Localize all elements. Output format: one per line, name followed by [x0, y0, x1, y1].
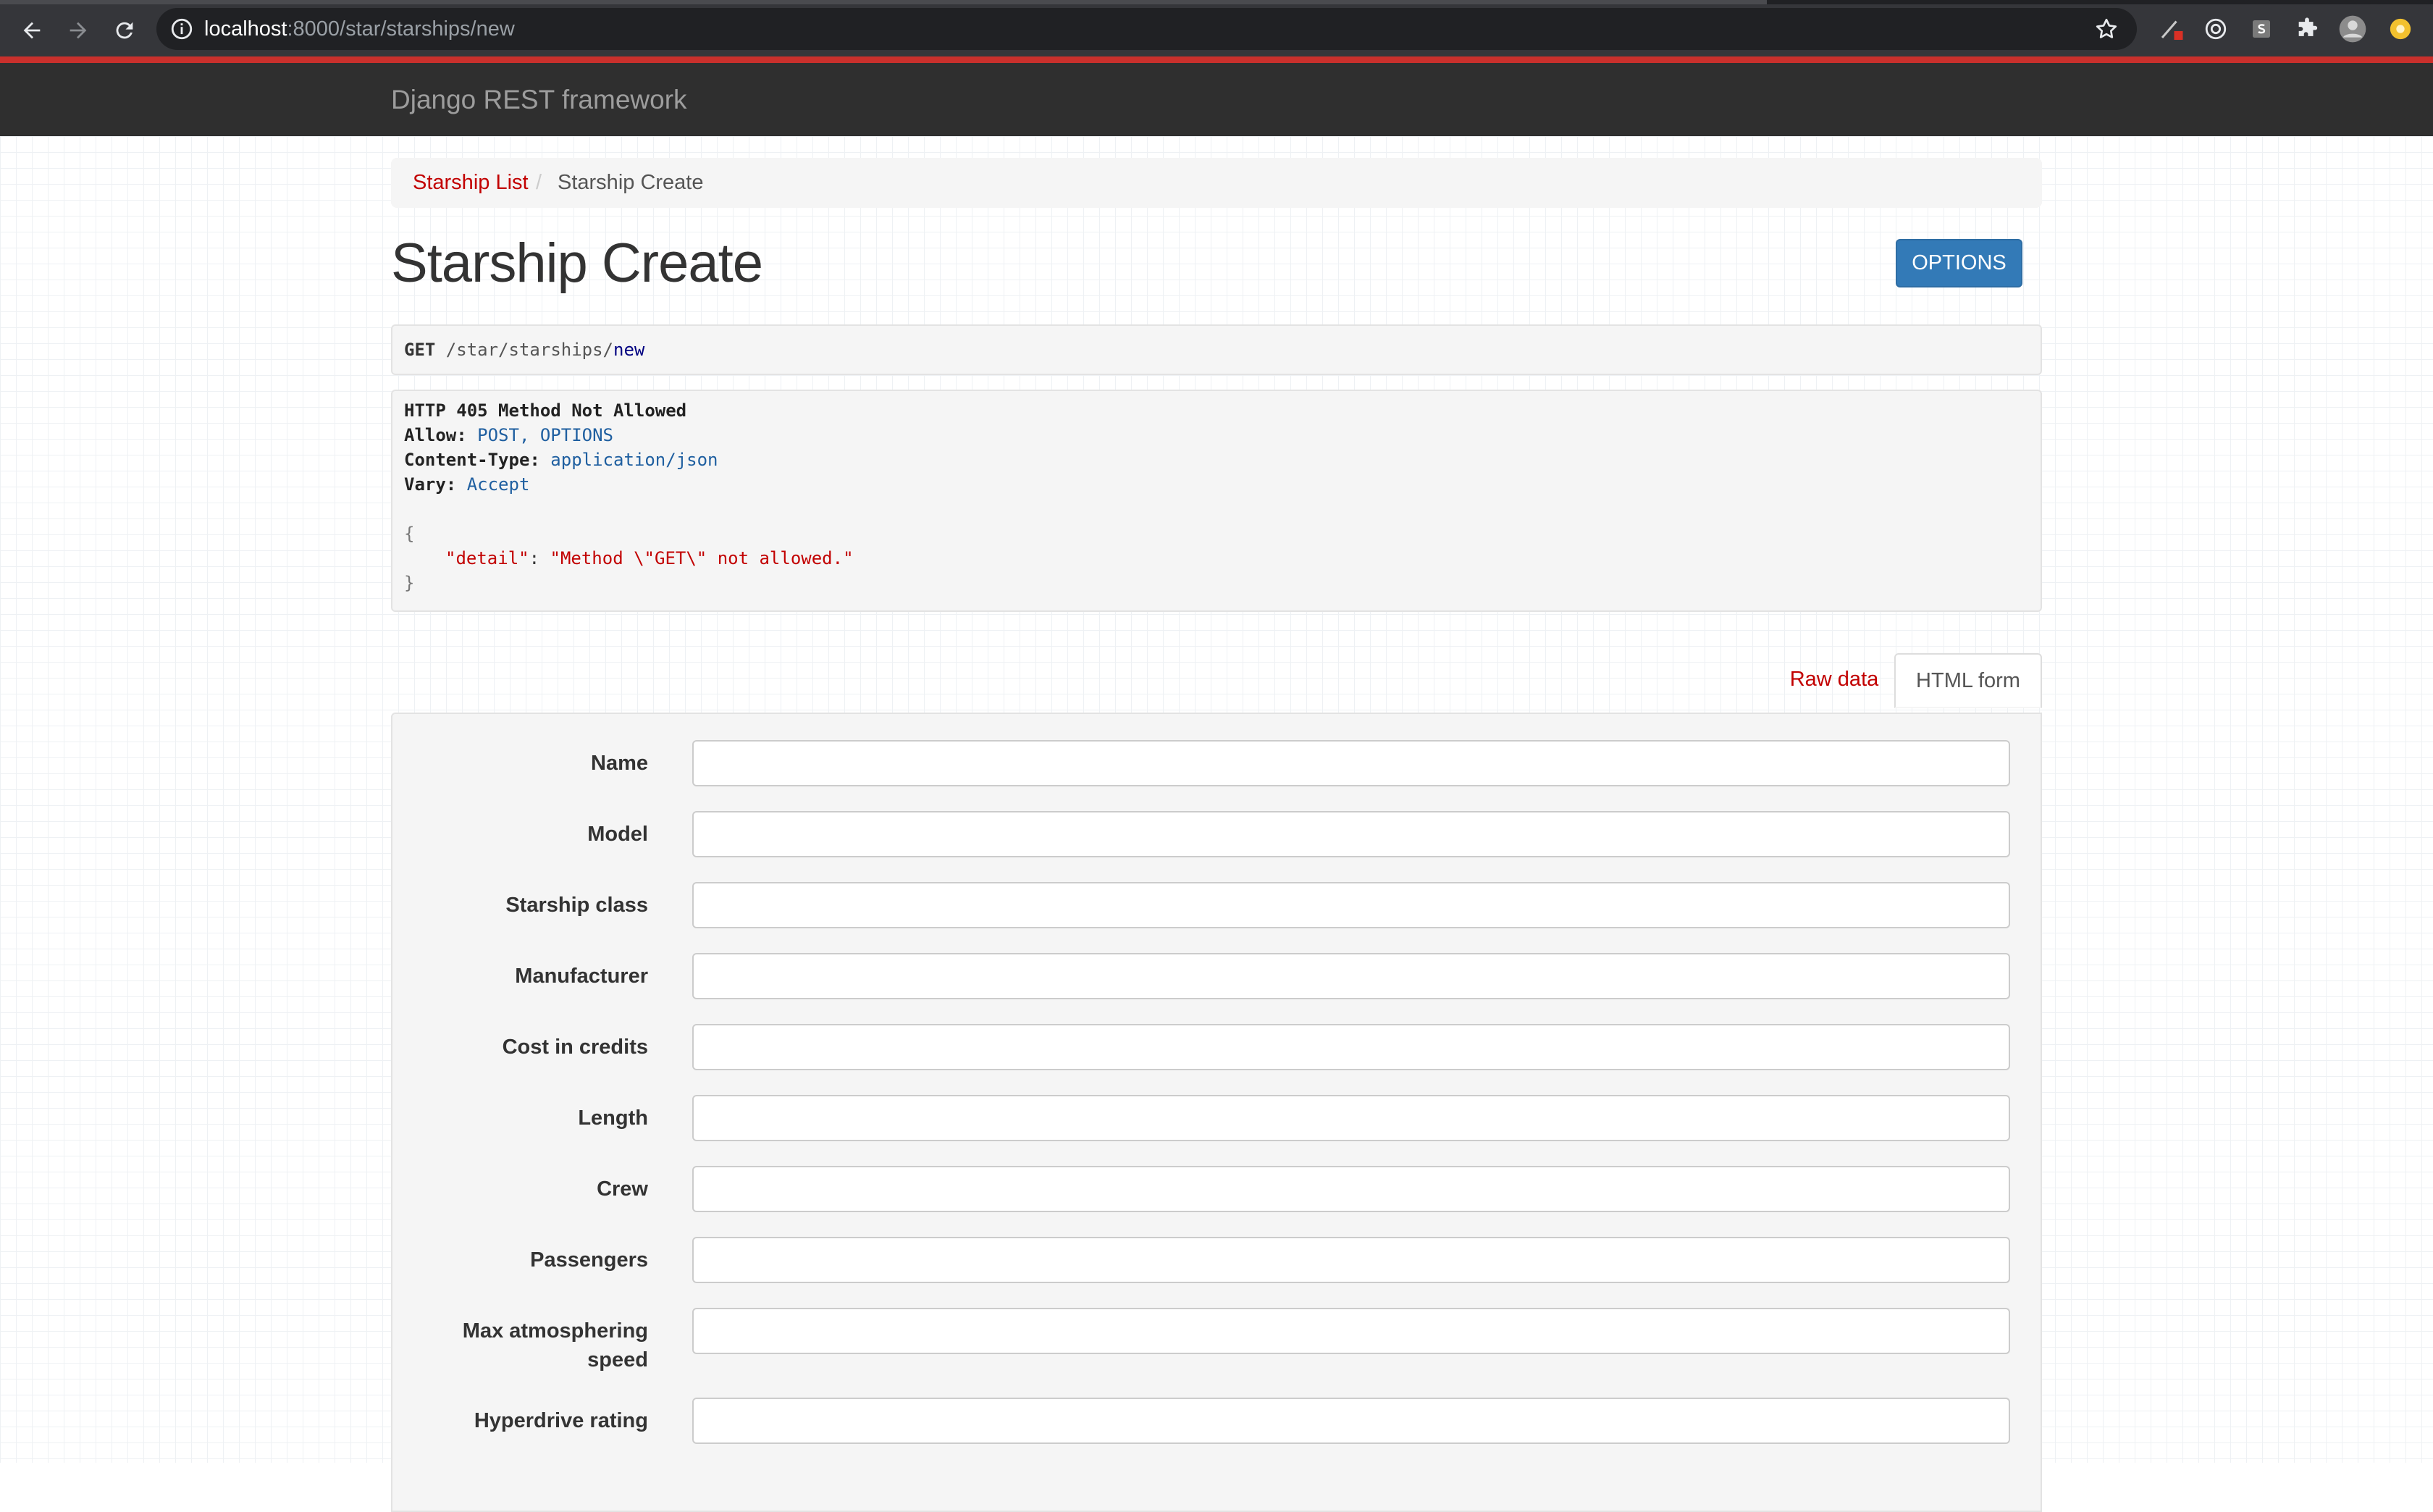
model-input[interactable]	[692, 811, 2010, 857]
crew-input[interactable]	[692, 1166, 2010, 1212]
json-value-detail: "Method \"GET\" not allowed."	[550, 548, 854, 568]
manufacturer-input[interactable]	[692, 953, 2010, 999]
breadcrumb-separator: /	[536, 171, 542, 194]
header-name-allow: Allow:	[404, 425, 467, 445]
tab-html-form[interactable]: HTML form	[1894, 653, 2042, 708]
header-value-vary: Accept	[466, 474, 530, 495]
starship-class-input[interactable]	[692, 882, 2010, 928]
json-key-detail: "detail"	[445, 548, 529, 568]
html-form-panel: Name Model Starship class Manufacturer C…	[391, 713, 2042, 1512]
tab-raw-data[interactable]: Raw data	[1780, 655, 1888, 704]
passengers-input[interactable]	[692, 1237, 2010, 1283]
json-close-brace: }	[404, 573, 415, 593]
profile-avatar-icon[interactable]	[2338, 14, 2367, 43]
field-label-starship-class: Starship class	[505, 894, 648, 917]
header-value-allow: POST, OPTIONS	[477, 425, 613, 445]
breadcrumb-active: Starship Create	[558, 171, 704, 194]
puzzle-extensions-icon[interactable]	[2293, 14, 2321, 43]
s-extension-icon[interactable]	[2247, 14, 2276, 43]
json-open-brace: {	[404, 524, 415, 544]
field-label-crew: Crew	[597, 1177, 648, 1201]
options-button[interactable]: OPTIONS	[1896, 239, 2022, 287]
star-icon[interactable]	[2093, 16, 2119, 42]
url-host: localhost	[204, 17, 287, 41]
tab-strip-segment	[0, 0, 1767, 4]
field-label-cost-in-credits: Cost in credits	[502, 1036, 648, 1059]
response-status: HTTP 405 Method Not Allowed	[404, 400, 687, 421]
forward-arrow-icon[interactable]	[61, 13, 96, 48]
field-label-manufacturer: Manufacturer	[515, 965, 648, 988]
url-path: :8000/star/starships/new	[287, 17, 515, 41]
field-label-hyperdrive-rating: Hyperdrive rating	[474, 1409, 648, 1432]
cost-in-credits-input[interactable]	[692, 1024, 2010, 1070]
breadcrumb: Starship List / Starship Create	[391, 158, 2042, 208]
back-arrow-icon[interactable]	[14, 13, 49, 48]
browser-toolbar: localhost:8000/star/starships/new	[0, 0, 2433, 63]
name-input[interactable]	[692, 740, 2010, 786]
top-navbar: Django REST framework	[0, 63, 2433, 136]
field-label-model: Model	[587, 823, 648, 846]
reload-icon[interactable]	[107, 13, 142, 48]
request-info: GET /star/starships/new	[391, 324, 2042, 375]
header-name-content-type: Content-Type:	[404, 450, 540, 470]
page-body: Starship List / Starship Create Starship…	[0, 136, 2433, 1512]
request-path-mid: starships/	[508, 340, 614, 360]
response-info: HTTP 405 Method Not Allowed Allow: POST,…	[391, 390, 2042, 612]
pen-extension-icon[interactable]	[2156, 14, 2185, 43]
length-input[interactable]	[692, 1095, 2010, 1141]
field-label-passengers: Passengers	[530, 1248, 648, 1272]
header-name-vary: Vary:	[404, 474, 457, 495]
field-label-length: Length	[578, 1106, 648, 1130]
brand-link[interactable]: Django REST framework	[391, 63, 687, 136]
field-label-name: Name	[591, 752, 648, 775]
page-title: Starship Create	[391, 232, 763, 294]
url-text: localhost:8000/star/starships/new	[204, 17, 515, 41]
status-dot-icon[interactable]	[2386, 14, 2415, 43]
request-path-prefix: /star/	[435, 340, 509, 360]
info-icon[interactable]	[169, 17, 194, 41]
target-extension-icon[interactable]	[2201, 14, 2230, 43]
hyperdrive-rating-input[interactable]	[692, 1398, 2010, 1444]
request-method: GET	[404, 340, 436, 360]
json-colon: :	[529, 548, 550, 568]
breadcrumb-link-starship-list[interactable]: Starship List	[413, 158, 529, 208]
max-atmosphering-speed-input[interactable]	[692, 1308, 2010, 1354]
header-value-content-type: application/json	[550, 450, 718, 470]
address-bar[interactable]: localhost:8000/star/starships/new	[156, 8, 2137, 50]
tab-strip	[0, 0, 2433, 4]
field-label-max-atmosphering-speed: Max atmosphering speed	[462, 1319, 648, 1372]
request-path-end: new	[613, 340, 645, 360]
